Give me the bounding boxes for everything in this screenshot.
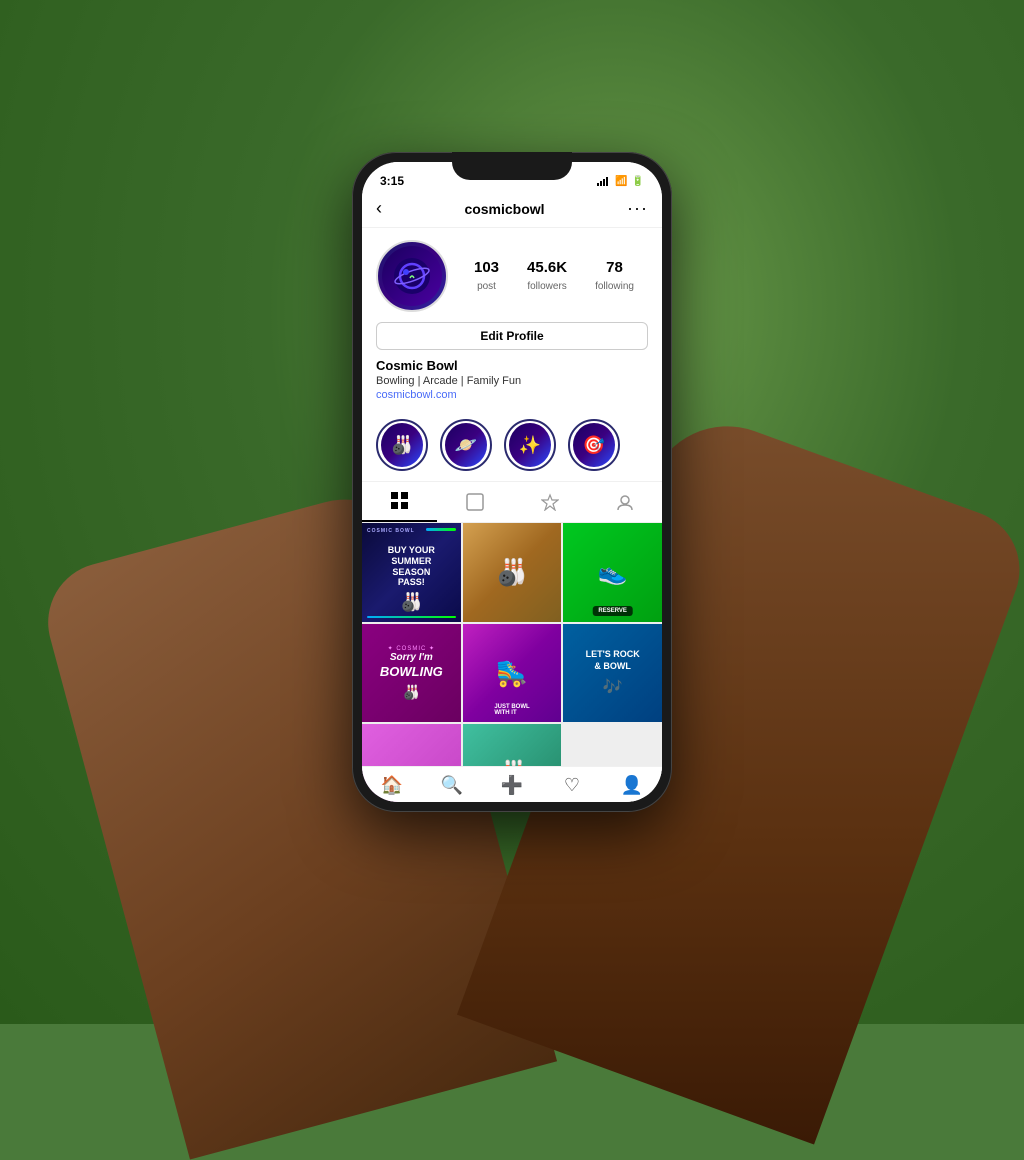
posts-stat[interactable]: 103 post [474, 259, 499, 294]
story-item[interactable]: ✨ [504, 419, 556, 471]
tab-reels[interactable] [437, 482, 512, 522]
home-button[interactable]: 🏠 [362, 775, 422, 796]
phone-screen: 3:15 📶 🔋 ‹ cosmicbowl ··· [362, 162, 662, 802]
bottom-bar [367, 616, 456, 618]
pins-emoji: 🎳 [403, 684, 420, 701]
profile-name: Cosmic Bowl [376, 358, 648, 373]
tab-tagged[interactable] [587, 482, 662, 522]
status-icons: 📶 🔋 [597, 176, 644, 187]
bottom-nav: 🏠 🔍 ➕ ♡ 👤 [362, 766, 662, 802]
search-button[interactable]: 🔍 [422, 775, 482, 796]
post-3-emoji: 👟 [598, 558, 628, 587]
post-5-emoji: 🛼 [496, 658, 528, 689]
signal-icon [597, 176, 611, 186]
followers-count: 45.6K [527, 259, 567, 276]
profile-stats: 103 post 45.6K followers 78 following [460, 259, 648, 294]
bowling-text: Sorry I'mBOWLING [380, 652, 443, 680]
profile-bio: Bowling | Arcade | Family Fun [376, 375, 648, 387]
cosmic-label: ✦ COSMIC ✦ [388, 645, 435, 652]
tab-grid[interactable] [362, 482, 437, 522]
following-count: 78 [595, 259, 634, 276]
grid-post-4[interactable]: ✦ COSMIC ✦ Sorry I'mBOWLING 🎳 [362, 624, 461, 723]
wifi-icon: 📶 [615, 176, 627, 187]
grid-post-6[interactable]: LET'S ROCK& BOWL 🎶 [563, 624, 662, 723]
profile-section: 103 post 45.6K followers 78 following [362, 228, 662, 409]
following-label: following [595, 281, 634, 292]
story-item[interactable]: 🎯 [568, 419, 620, 471]
content-tabs [362, 482, 662, 523]
grid-post-1[interactable]: COSMIC BOWL BUY YOURSUMMERSEASONPASS! 🎳 [362, 523, 461, 622]
avatar-image [382, 246, 442, 306]
grid-post-2[interactable]: 🎳 [463, 523, 562, 622]
back-button[interactable]: ‹ [376, 198, 382, 219]
grid-post-5[interactable]: 🛼 JUST BOWLWITH IT [463, 624, 562, 723]
stories-row: 🎳 🪐 ✨ 🎯 [362, 409, 662, 482]
lets-rock-text: LET'S ROCK& BOWL [586, 649, 640, 672]
following-stat[interactable]: 78 following [595, 259, 634, 294]
grid-post-3[interactable]: 👟 RESERVE [563, 523, 662, 622]
phone-frame: 3:15 📶 🔋 ‹ cosmicbowl ··· [352, 152, 672, 812]
status-time: 3:15 [380, 174, 404, 188]
post-2-emoji: 🎳 [496, 557, 528, 588]
profile-link[interactable]: cosmicbowl.com [376, 389, 648, 401]
tab-saved[interactable] [512, 482, 587, 522]
progress-bar [426, 528, 456, 531]
battery-icon: 🔋 [632, 176, 644, 187]
activity-button[interactable]: ♡ [542, 775, 602, 796]
music-emoji: 🎶 [603, 677, 623, 697]
edit-profile-button[interactable]: Edit Profile [376, 322, 648, 350]
bowling-ball-emoji: 🎳 [400, 592, 422, 614]
brand-label: COSMIC BOWL [367, 528, 415, 534]
top-nav: ‹ cosmicbowl ··· [362, 192, 662, 228]
posts-grid: COSMIC BOWL BUY YOURSUMMERSEASONPASS! 🎳 … [362, 523, 662, 802]
promo-headline: BUY YOURSUMMERSEASONPASS! [388, 545, 435, 588]
just-bowl-text: JUST BOWLWITH IT [494, 704, 529, 716]
reserve-label: RESERVE [592, 606, 633, 616]
more-button[interactable]: ··· [627, 198, 648, 219]
username-label: cosmicbowl [464, 201, 544, 217]
followers-label: followers [527, 281, 566, 292]
avatar [376, 240, 448, 312]
followers-stat[interactable]: 45.6K followers [527, 259, 567, 294]
story-item[interactable]: 🪐 [440, 419, 492, 471]
add-button[interactable]: ➕ [482, 775, 542, 796]
scrollable-content: 103 post 45.6K followers 78 following [362, 228, 662, 802]
profile-button[interactable]: 👤 [602, 775, 662, 796]
posts-count: 103 [474, 259, 499, 276]
story-item[interactable]: 🎳 [376, 419, 428, 471]
phone-notch [452, 152, 572, 180]
posts-label: post [477, 281, 496, 292]
profile-top: 103 post 45.6K followers 78 following [376, 240, 648, 312]
